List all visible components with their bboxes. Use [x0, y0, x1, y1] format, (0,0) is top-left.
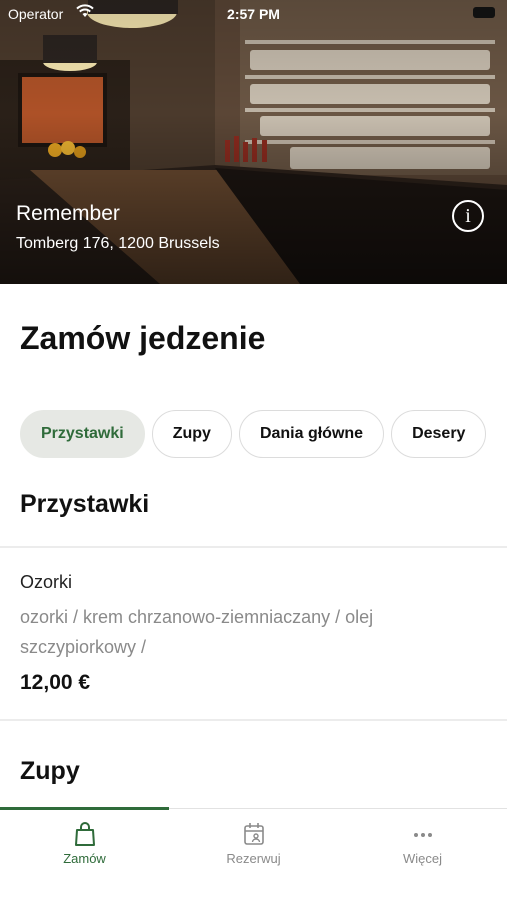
status-bar: Operator 2:57 PM — [0, 0, 507, 28]
hero-image: Operator 2:57 PM Remember Tomberg 176, 1… — [0, 0, 507, 284]
tab-bar: Zamów Rezerwuj Więcej — [0, 807, 507, 900]
category-chip-dania-glowne[interactable]: Dania główne — [238, 410, 385, 458]
item-divider — [0, 719, 507, 721]
more-dots-icon — [413, 833, 432, 837]
tab-order[interactable]: Zamów — [0, 821, 169, 866]
tab-label: Zamów — [63, 851, 106, 866]
tab-label: Więcej — [402, 851, 442, 866]
menu-item-name: Ozorki — [20, 572, 73, 592]
category-chip-zupy[interactable]: Zupy — [151, 410, 232, 458]
tab-reserve[interactable]: Rezerwuj — [169, 821, 338, 866]
status-time: 2:57 PM — [227, 6, 280, 22]
category-chip-desery[interactable]: Desery — [391, 410, 487, 458]
battery-icon — [473, 7, 495, 18]
info-icon[interactable]: i — [452, 200, 484, 232]
tab-more[interactable]: Więcej — [338, 821, 507, 866]
venue-address: Tomberg 176, 1200 Brussels — [16, 235, 220, 252]
menu-item-description: ozorki / krem chrzanowo-ziemniaczany / o… — [20, 607, 374, 657]
shopping-bag-icon — [74, 822, 95, 846]
venue-name: Remember — [16, 202, 120, 225]
category-chips: Przystawki Zupy Dania główne Desery — [20, 410, 507, 458]
active-tab-indicator — [0, 807, 169, 810]
section-title-przystawki: Przystawki — [20, 490, 150, 518]
category-chip-przystawki[interactable]: Przystawki — [20, 410, 145, 458]
section-divider — [0, 546, 507, 548]
section-title-zupy: Zupy — [20, 757, 80, 785]
page-title: Zamów jedzenie — [20, 320, 266, 356]
menu-item-price: 12,00 € — [20, 671, 91, 694]
calendar-icon — [243, 823, 264, 845]
tab-label: Rezerwuj — [226, 851, 281, 866]
